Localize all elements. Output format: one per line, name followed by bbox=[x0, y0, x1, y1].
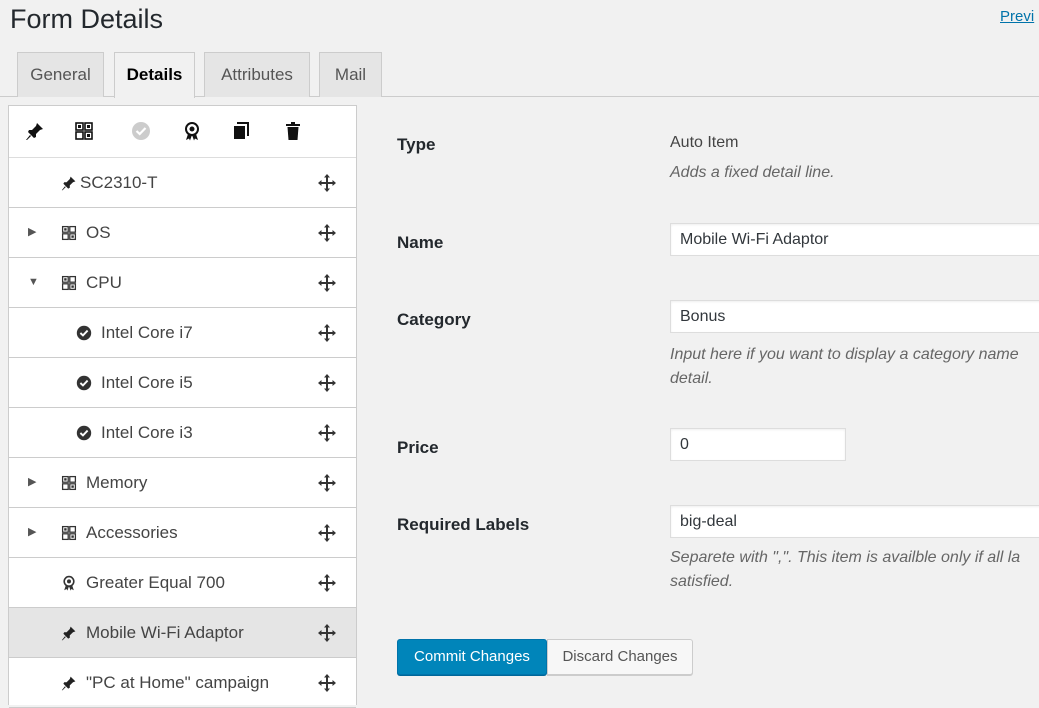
list-item[interactable]: Intel Core i7 bbox=[9, 308, 356, 358]
price-label: Price bbox=[397, 438, 439, 457]
pin-icon[interactable] bbox=[23, 119, 47, 143]
trash-icon[interactable] bbox=[281, 119, 305, 143]
expand-caret-icon[interactable]: ▶ bbox=[28, 223, 36, 241]
list-item[interactable]: Greater Equal 700 bbox=[9, 558, 356, 608]
list-item-label: CPU bbox=[86, 273, 122, 292]
category-label: Category bbox=[397, 310, 471, 329]
commit-changes-button[interactable]: Commit Changes bbox=[397, 639, 547, 675]
name-input[interactable]: Mobile Wi-Fi Adaptor bbox=[670, 223, 1039, 256]
category-description-cont: detail. bbox=[670, 370, 713, 387]
name-label: Name bbox=[397, 233, 444, 252]
list-item[interactable]: "PC at Home" campaign bbox=[9, 658, 356, 708]
list-item-label: Accessories bbox=[86, 523, 178, 542]
required-labels-label: Required Labels bbox=[397, 515, 530, 534]
category-description: Input here if you want to display a cate… bbox=[670, 346, 1019, 363]
list-item-label: OS bbox=[86, 223, 111, 242]
type-description: Adds a fixed detail line. bbox=[670, 164, 835, 181]
list-item-label: Intel Core i5 bbox=[101, 373, 193, 392]
award-icon[interactable] bbox=[180, 119, 204, 143]
tab-attributes[interactable]: Attributes bbox=[204, 52, 310, 97]
category-input[interactable]: Bonus bbox=[670, 300, 1039, 333]
type-label: Type bbox=[397, 135, 436, 154]
list-item[interactable]: Intel Core i3 bbox=[9, 408, 356, 458]
required-labels-description: Separete with ",". This item is availble… bbox=[670, 549, 1021, 566]
tab-general[interactable]: General bbox=[17, 52, 104, 97]
move-handle-icon[interactable] bbox=[317, 223, 337, 243]
expand-caret-icon[interactable]: ▶ bbox=[28, 523, 36, 541]
qr-grid-icon bbox=[60, 524, 78, 542]
move-handle-icon[interactable] bbox=[317, 473, 337, 493]
qr-grid-icon bbox=[60, 474, 78, 492]
move-handle-icon[interactable] bbox=[317, 573, 337, 593]
qr-grid-icon[interactable] bbox=[72, 119, 96, 143]
page-title: Form Details bbox=[10, 4, 164, 34]
move-handle-icon[interactable] bbox=[317, 323, 337, 343]
pin-icon bbox=[60, 624, 78, 642]
move-handle-icon[interactable] bbox=[317, 623, 337, 643]
tab-bar: General Details Attributes Mail bbox=[0, 52, 1039, 98]
qr-grid-icon bbox=[60, 274, 78, 292]
type-value: Auto Item bbox=[670, 134, 739, 151]
list-item-selected[interactable]: Mobile Wi-Fi Adaptor bbox=[9, 608, 356, 658]
copy-icon[interactable] bbox=[229, 119, 253, 143]
list-item-label: SC2310-T bbox=[80, 173, 158, 192]
pin-icon bbox=[60, 174, 78, 192]
list-item-label: Mobile Wi-Fi Adaptor bbox=[86, 623, 244, 642]
move-handle-icon[interactable] bbox=[317, 373, 337, 393]
discard-changes-button[interactable]: Discard Changes bbox=[547, 639, 693, 675]
move-handle-icon[interactable] bbox=[317, 173, 337, 193]
list-item-label: Intel Core i7 bbox=[101, 323, 193, 342]
list-item[interactable]: SC2310-T bbox=[9, 158, 356, 208]
required-labels-input[interactable]: big-deal bbox=[670, 505, 1039, 538]
list-item-label: Memory bbox=[86, 473, 148, 492]
list-item[interactable]: ▶ Accessories bbox=[9, 508, 356, 558]
list-toolbar bbox=[9, 106, 356, 158]
award-icon bbox=[60, 574, 78, 592]
qr-grid-icon bbox=[60, 224, 78, 242]
price-input[interactable]: 0 bbox=[670, 428, 846, 461]
list-item-label: "PC at Home" campaign bbox=[86, 673, 270, 692]
check-circle-icon bbox=[75, 424, 93, 442]
list-item[interactable]: ▶ Memory bbox=[9, 458, 356, 508]
collapse-caret-icon[interactable]: ▼ bbox=[28, 273, 39, 291]
list-item[interactable]: Intel Core i5 bbox=[9, 358, 356, 408]
move-handle-icon[interactable] bbox=[317, 523, 337, 543]
check-circle-icon[interactable] bbox=[129, 119, 153, 143]
move-handle-icon[interactable] bbox=[317, 273, 337, 293]
move-handle-icon[interactable] bbox=[317, 673, 337, 693]
tab-mail[interactable]: Mail bbox=[319, 52, 382, 97]
list-item-label: Greater Equal 700 bbox=[86, 573, 225, 592]
preview-link[interactable]: Previ bbox=[1000, 8, 1034, 25]
check-circle-icon bbox=[75, 324, 93, 342]
check-circle-icon bbox=[75, 374, 93, 392]
move-handle-icon[interactable] bbox=[317, 423, 337, 443]
list-item[interactable]: ▶ OS bbox=[9, 208, 356, 258]
pin-icon bbox=[60, 674, 78, 692]
expand-caret-icon[interactable]: ▶ bbox=[28, 473, 36, 491]
list-item-label: Intel Core i3 bbox=[101, 423, 193, 442]
required-labels-description-cont: satisfied. bbox=[670, 573, 734, 590]
list-item[interactable]: ▼ CPU bbox=[9, 258, 356, 308]
tab-details[interactable]: Details bbox=[114, 52, 195, 98]
detail-list-panel: SC2310-T ▶ OS ▼ CPU Intel Core i7 Intel … bbox=[8, 105, 357, 708]
